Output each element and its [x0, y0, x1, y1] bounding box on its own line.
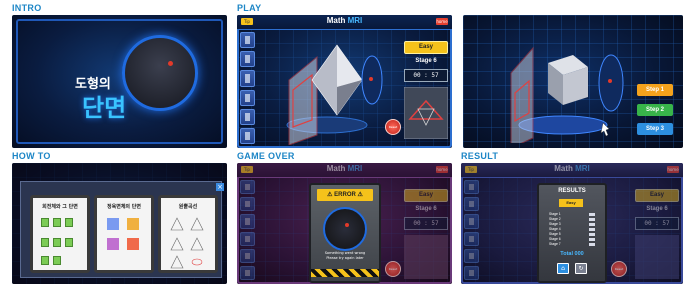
shape-selector	[240, 32, 255, 145]
howto-card-1: 회전체와 그 단면	[30, 195, 90, 273]
label-result: RESULT	[461, 151, 499, 161]
howto-card-title: 회전체와 그 단면	[42, 204, 78, 210]
howto-screen: × 회전체와 그 단면 정육면체의 단면 원뿔곡선	[12, 163, 227, 284]
lens-ring	[122, 35, 198, 111]
result-row: Stage 7	[549, 242, 595, 247]
reset-button[interactable]: Reset	[385, 261, 401, 277]
gameover-screen: Tip Math MRI home Easy Stage 6 00 : 57 R…	[237, 163, 452, 284]
home-button[interactable]: home	[667, 166, 679, 173]
results-total: Total 000	[560, 251, 584, 257]
game-title: Math MRI	[326, 16, 363, 25]
error-dialog: ⚠ ERROR ⚠ Something went wrong Please tr…	[309, 183, 381, 283]
results-difficulty: Easy	[559, 199, 583, 207]
howto-card-3: 원뿔곡선	[158, 195, 218, 273]
difficulty-button[interactable]: Easy	[635, 189, 679, 202]
play-screen: Tip Math MRI home Easy Stage 6 00 : 57 R…	[237, 15, 452, 148]
shape-button-3[interactable]	[240, 70, 255, 87]
step-screen: Step 1 Step 2 Step 3	[463, 15, 683, 148]
error-message-2: Please try again later	[326, 256, 364, 260]
home-icon[interactable]: ⌂	[557, 263, 569, 274]
intro-screen: 도형의 단면	[12, 15, 227, 148]
timer-display: 00 : 57	[404, 69, 448, 82]
game-title: Math MRI	[554, 164, 590, 173]
stage-label: Stage 6	[415, 206, 437, 212]
results-title: RESULTS	[558, 188, 586, 194]
game-title: Math MRI	[326, 164, 363, 173]
stage-label: Stage 6	[415, 58, 437, 64]
error-message-1: Something went wrong	[324, 251, 366, 255]
howto-card-title: 원뿔곡선	[178, 204, 198, 210]
shape-button-1[interactable]	[240, 32, 255, 49]
cube-scene	[510, 46, 624, 143]
howto-card-2: 정육면체의 단면	[94, 195, 154, 273]
shape-button-6[interactable]	[240, 127, 255, 145]
answer-preview	[404, 87, 448, 139]
octahedron-scene	[286, 44, 383, 145]
shape-button-2[interactable]	[240, 51, 255, 68]
reset-button[interactable]: Reset	[611, 261, 627, 277]
difficulty-button[interactable]: Easy	[404, 41, 448, 54]
label-gameover: GAME OVER	[237, 151, 295, 161]
step-1-button[interactable]: Step 1	[637, 84, 673, 96]
close-icon[interactable]: ×	[216, 183, 224, 191]
shape-button-5[interactable]	[240, 108, 255, 125]
intro-title-big: 단면	[82, 94, 127, 122]
howto-card-title: 정육면체의 단면	[107, 204, 141, 210]
timer-display: 00 : 57	[635, 217, 679, 230]
label-intro: INTRO	[12, 3, 42, 13]
timer-display: 00 : 57	[404, 217, 448, 230]
home-button[interactable]: home	[436, 18, 448, 25]
hazard-stripe	[311, 269, 379, 277]
stage-label: Stage 6	[646, 206, 668, 212]
home-button[interactable]: home	[436, 166, 448, 173]
result-screen: Tip Math MRI home Easy Stage 6 00 : 57 R…	[461, 163, 683, 284]
red-dot	[168, 61, 173, 66]
reset-button[interactable]: Reset	[385, 119, 401, 135]
results-list: Stage 1 Stage 2 Stage 3 Stage 4 Stage 5 …	[549, 212, 595, 247]
results-board: RESULTS Easy Stage 1 Stage 2 Stage 3 Sta…	[537, 183, 607, 283]
step-2-button[interactable]: Step 2	[637, 104, 673, 116]
difficulty-button[interactable]: Easy	[404, 189, 448, 202]
shape-button-4[interactable]	[240, 89, 255, 106]
label-play: PLAY	[237, 3, 262, 13]
lens-icon	[323, 207, 367, 251]
retry-icon[interactable]: ↻	[575, 263, 587, 274]
step-3-button[interactable]: Step 3	[637, 123, 673, 135]
label-howto: HOW TO	[12, 151, 51, 161]
error-badge: ⚠ ERROR ⚠	[317, 189, 373, 201]
